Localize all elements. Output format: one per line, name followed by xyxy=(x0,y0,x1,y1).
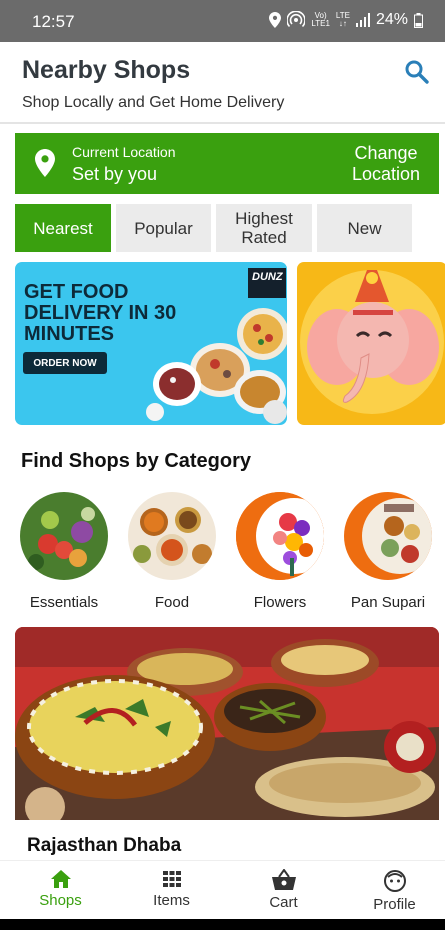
map-pin-icon xyxy=(35,149,55,177)
category-essentials[interactable]: Essentials xyxy=(14,492,114,611)
category-section-title: Find Shops by Category xyxy=(21,450,252,472)
shop-image xyxy=(15,627,439,820)
status-icons: Vo) LTE1 LTE ↓↑ 24% xyxy=(269,11,423,29)
food-delivery-banner[interactable]: GET FOOD DELIVERY IN 30 MINUTES ORDER NO… xyxy=(15,262,287,425)
location-status-icon xyxy=(269,12,282,28)
system-gesture-bar xyxy=(0,919,445,930)
nav-label: Items xyxy=(153,892,190,909)
battery-level: 24% xyxy=(375,11,408,28)
status-bar: 12:57 Vo) LTE1 LTE ↓↑ 24% xyxy=(0,0,445,42)
category-image xyxy=(344,492,432,580)
home-icon xyxy=(50,870,71,888)
ganesha-illustration xyxy=(300,270,444,414)
festival-banner[interactable] xyxy=(297,262,445,425)
nav-label: Shops xyxy=(39,892,82,909)
nav-items[interactable]: Items xyxy=(116,861,227,920)
page-subtitle: Shop Locally and Get Home Delivery xyxy=(22,94,285,111)
shop-name: Rajasthan Dhaba xyxy=(27,835,182,856)
category-food[interactable]: Food xyxy=(122,492,222,611)
category-label: Food xyxy=(154,594,190,611)
location-caption: Current Location xyxy=(72,144,176,160)
status-time: 12:57 xyxy=(32,12,75,31)
hotspot-icon xyxy=(287,11,306,28)
category-list: Essentials Food Flowers Pan Supari xyxy=(0,492,445,617)
category-flowers[interactable]: Flowers xyxy=(230,492,330,611)
basket-icon xyxy=(271,869,296,890)
brand-logo: DUNZ xyxy=(248,268,286,298)
search-button[interactable] xyxy=(403,58,431,86)
change-location-button[interactable]: Change Location xyxy=(341,143,431,185)
signal-icon xyxy=(355,13,370,27)
app-header: Nearby Shops Shop Locally and Get Home D… xyxy=(0,42,445,124)
location-value: Set by you xyxy=(72,164,158,184)
category-label: Flowers xyxy=(253,594,307,611)
bottom-navigation: Shops Items Cart Profile xyxy=(0,860,445,919)
page-title: Nearby Shops xyxy=(22,56,191,84)
category-pan-supari[interactable]: Pan Supari xyxy=(338,492,438,611)
category-label: Pan Supari xyxy=(350,594,426,611)
search-icon xyxy=(405,60,429,84)
grid-icon xyxy=(162,871,181,887)
battery-icon xyxy=(414,12,423,28)
filter-tabs: Nearest Popular Highest Rated New xyxy=(15,204,439,252)
order-now-button[interactable]: ORDER NOW xyxy=(23,352,107,374)
banner-headline: GET FOOD DELIVERY IN 30 MINUTES xyxy=(24,281,177,345)
nav-label: Cart xyxy=(269,894,298,911)
nav-shops[interactable]: Shops xyxy=(5,861,116,920)
promo-carousel[interactable]: GET FOOD DELIVERY IN 30 MINUTES ORDER NO… xyxy=(15,262,445,425)
tab-highest-rated[interactable]: Highest Rated xyxy=(216,204,312,252)
category-image xyxy=(20,492,108,580)
nav-profile[interactable]: Profile xyxy=(339,861,445,920)
lte-indicator: LTE ↓↑ xyxy=(335,11,350,28)
tab-new[interactable]: New xyxy=(317,204,412,252)
category-image xyxy=(128,492,216,580)
category-image xyxy=(236,492,324,580)
tab-nearest[interactable]: Nearest xyxy=(15,204,111,252)
tab-popular[interactable]: Popular xyxy=(116,204,211,252)
face-icon xyxy=(383,870,406,892)
nav-cart[interactable]: Cart xyxy=(228,861,339,920)
nav-label: Profile xyxy=(373,896,416,913)
volte-indicator: Vo) LTE1 xyxy=(311,11,330,28)
current-location-bar: Current Location Set by you Change Locat… xyxy=(15,133,439,194)
category-label: Essentials xyxy=(29,594,99,611)
shop-card[interactable]: Rajasthan Dhaba xyxy=(15,627,439,862)
